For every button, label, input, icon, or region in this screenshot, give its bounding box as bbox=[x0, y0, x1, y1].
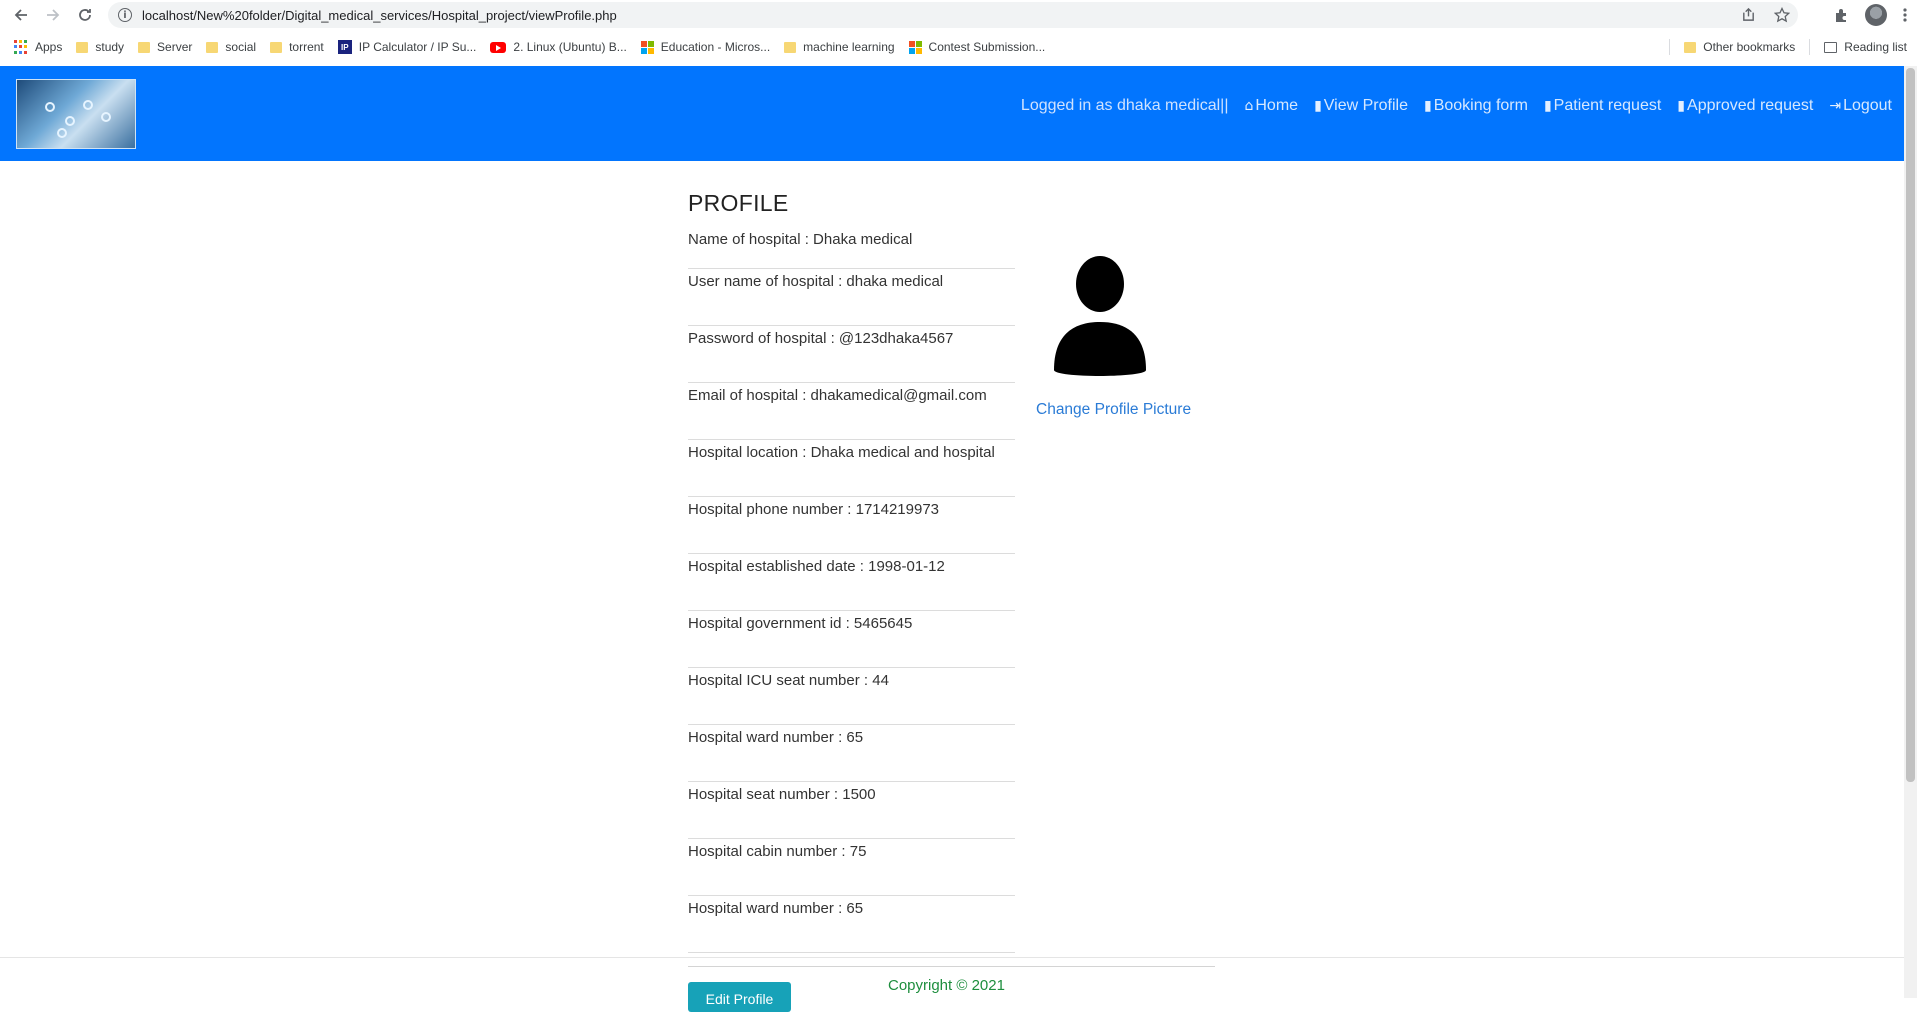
id-card-icon: ▮ bbox=[1314, 98, 1322, 114]
forward-arrow-icon bbox=[47, 9, 60, 21]
navbar: Logged in as dhaka medical|| ⌂ Home ▮ View… bbox=[0, 66, 1904, 161]
field-icu-seat: Hospital ICU seat number : 44 bbox=[688, 668, 1015, 725]
home-icon: ⌂ bbox=[1244, 98, 1254, 114]
logged-in-label: Logged in as dhaka medical|| bbox=[1020, 97, 1229, 114]
microsoft-icon bbox=[908, 40, 922, 54]
youtube-icon bbox=[490, 41, 507, 53]
id-card-icon: ▮ bbox=[1423, 98, 1432, 114]
info-icon[interactable]: i bbox=[118, 8, 132, 22]
field-location: Hospital location : Dhaka medical and ho… bbox=[688, 440, 1015, 497]
edit-profile-button[interactable]: Edit Profile bbox=[688, 982, 791, 1012]
nav-links: Logged in as dhaka medical|| ⌂ Home ▮ View… bbox=[1021, 66, 1892, 146]
field-phone: Hospital phone number : 1714219973 bbox=[688, 497, 1015, 554]
reload-button[interactable] bbox=[74, 4, 96, 26]
user-avatar-icon bbox=[1054, 256, 1146, 376]
folder-icon bbox=[206, 41, 219, 53]
microsoft-icon bbox=[640, 40, 654, 54]
field-user-name: User name of hospital : dhaka medical bbox=[688, 269, 1015, 326]
folder-icon bbox=[784, 41, 797, 53]
site-logo[interactable] bbox=[16, 79, 136, 149]
id-card-icon: ▮ bbox=[1543, 98, 1552, 114]
extensions-icon[interactable] bbox=[1833, 7, 1849, 23]
field-cabin-number: Hospital cabin number : 75 bbox=[688, 839, 1015, 896]
bookmarks-bar: Apps study Server social torrent IP IP Ca… bbox=[0, 34, 1917, 60]
logo-node bbox=[45, 102, 55, 112]
folder-icon bbox=[138, 41, 151, 53]
logo-node bbox=[57, 128, 67, 138]
copyright-text: Copyright © 2021 bbox=[888, 977, 1005, 994]
bookmark-separator bbox=[1669, 39, 1671, 55]
bookmark-torrent[interactable]: torrent bbox=[270, 40, 324, 54]
footer-divider bbox=[0, 957, 1904, 958]
nav-booking-form[interactable]: ▮ Booking form bbox=[1424, 97, 1528, 115]
back-button[interactable] bbox=[10, 4, 32, 26]
id-card-icon: ▮ bbox=[1677, 98, 1686, 114]
bookmark-education[interactable]: Education - Micros... bbox=[640, 40, 770, 54]
field-ward-number-2: Hospital ward number : 65 bbox=[688, 896, 1015, 953]
other-bookmarks[interactable]: Other bookmarks bbox=[1684, 40, 1795, 54]
bookmark-ip-calculator[interactable]: IP IP Calculator / IP Su... bbox=[337, 40, 476, 54]
field-established-date: Hospital established date : 1998-01-12 bbox=[688, 554, 1015, 611]
folder-icon bbox=[270, 41, 283, 53]
logo-node bbox=[65, 116, 75, 126]
reading-list[interactable]: Reading list bbox=[1824, 40, 1907, 54]
url-text: localhost/New%20folder/Digital_medical_s… bbox=[142, 7, 617, 23]
address-row: i localhost/New%20folder/Digital_medical… bbox=[0, 0, 1917, 30]
field-ward-number: Hospital ward number : 65 bbox=[688, 725, 1015, 782]
field-hospital-name: Name of hospital : Dhaka medical bbox=[688, 228, 1015, 269]
logout-icon: ⇥ bbox=[1829, 98, 1842, 114]
change-profile-picture-link[interactable]: Change Profile Picture bbox=[1036, 401, 1191, 419]
folder-icon bbox=[1684, 41, 1697, 53]
nav-view-profile[interactable]: ▮ View Profile bbox=[1314, 97, 1408, 115]
address-bar[interactable]: i localhost/New%20folder/Digital_medical… bbox=[108, 2, 1798, 28]
logo-node bbox=[101, 112, 111, 122]
back-arrow-icon bbox=[14, 9, 27, 21]
profile-fields: Name of hospital : Dhaka medical User na… bbox=[688, 228, 1015, 953]
bookmark-study[interactable]: study bbox=[76, 40, 124, 54]
logo-node bbox=[83, 100, 93, 110]
star-icon[interactable] bbox=[1774, 7, 1790, 23]
page-scrollbar[interactable] bbox=[1904, 66, 1917, 998]
page-title: PROFILE bbox=[688, 190, 789, 216]
folder-icon bbox=[76, 41, 89, 53]
field-government-id: Hospital government id : 5465645 bbox=[688, 611, 1015, 668]
bookmark-separator bbox=[1809, 39, 1811, 55]
menu-dots-icon[interactable] bbox=[1903, 7, 1907, 23]
bookmark-linux[interactable]: 2. Linux (Ubuntu) B... bbox=[490, 40, 627, 54]
bookmark-server[interactable]: Server bbox=[138, 40, 192, 54]
footer-inner-divider bbox=[688, 966, 1215, 967]
share-icon[interactable] bbox=[1741, 7, 1756, 22]
ip-calculator-icon: IP bbox=[337, 40, 352, 54]
field-seat-number: Hospital seat number : 1500 bbox=[688, 782, 1015, 839]
field-password: Password of hospital : @123dhaka4567 bbox=[688, 326, 1015, 383]
browser-chrome: i localhost/New%20folder/Digital_medical… bbox=[0, 0, 1917, 65]
profile-avatar[interactable] bbox=[1865, 4, 1887, 26]
nav-logout[interactable]: ⇥ Logout bbox=[1829, 97, 1892, 115]
scrollbar-thumb[interactable] bbox=[1906, 68, 1915, 782]
forward-button[interactable] bbox=[42, 4, 64, 26]
nav-home[interactable]: ⌂ Home bbox=[1244, 97, 1298, 115]
nav-approved-request[interactable]: ▮ Approved request bbox=[1677, 97, 1813, 115]
reload-icon bbox=[79, 9, 91, 21]
bookmark-machine-learning[interactable]: machine learning bbox=[784, 40, 895, 54]
reading-list-icon bbox=[1824, 41, 1838, 53]
bookmark-social[interactable]: social bbox=[206, 40, 256, 54]
field-email: Email of hospital : dhakamedical@gmail.c… bbox=[688, 383, 1015, 440]
apps-grid-icon bbox=[14, 40, 28, 54]
bookmark-apps[interactable]: Apps bbox=[14, 40, 62, 54]
bookmark-contest[interactable]: Contest Submission... bbox=[908, 40, 1045, 54]
nav-patient-request[interactable]: ▮ Patient request bbox=[1544, 97, 1661, 115]
